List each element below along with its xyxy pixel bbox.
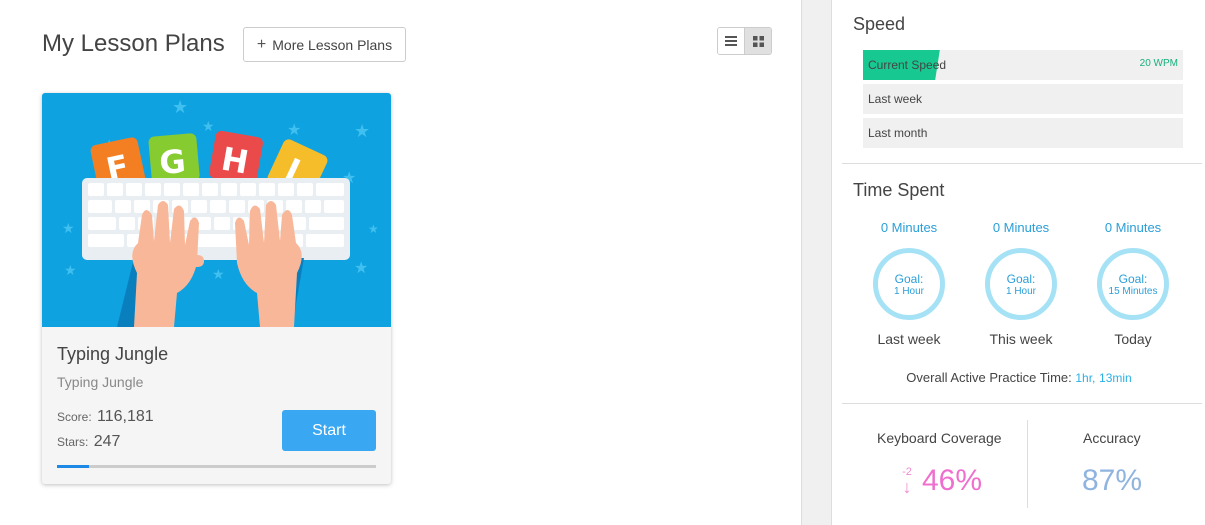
keyboard-coverage-change: -2 ↓ [898, 462, 916, 497]
page-title: My Lesson Plans [42, 30, 225, 57]
score-label: Score: [57, 410, 92, 424]
speed-bar-value: 20 WPM [1139, 58, 1178, 69]
speed-bar-label: Last week [868, 92, 923, 106]
more-lesson-plans-button[interactable]: + More Lesson Plans [243, 27, 406, 62]
goal-value: 15 Minutes [1108, 285, 1158, 297]
time-this-week: 0 Minutes Goal: 1 Hour This week [976, 220, 1066, 347]
svg-text:★: ★ [64, 263, 77, 279]
typing-jungle-illustration: ★ ★ ★ ★ ★ ★ ★ ★ ★ ★ ★ F [62, 97, 379, 327]
section-divider [842, 163, 1202, 164]
lesson-plans-panel: My Lesson Plans + More Lesson Plans ★ ★ … [0, 0, 802, 525]
lesson-progress-fill [57, 465, 89, 468]
svg-text:★: ★ [354, 258, 368, 277]
speed-bar-label: Last month [868, 126, 928, 140]
goal-label: Goal: [894, 271, 924, 286]
view-toggle [717, 27, 772, 55]
goal-value: 1 Hour [1005, 285, 1036, 297]
svg-text:★: ★ [287, 120, 301, 139]
lesson-progress-bar [57, 465, 376, 468]
time-today: 0 Minutes Goal: 15 Minutes Today [1088, 220, 1178, 347]
speed-bar-last-week: Last week [863, 84, 1183, 114]
stats-separator [1027, 420, 1028, 508]
score-value: 116,181 [97, 408, 154, 425]
keyboard-coverage-value: 46% [922, 464, 983, 497]
list-view-button[interactable] [718, 28, 745, 54]
lesson-subtitle: Typing Jungle [57, 374, 144, 390]
lesson-title: Typing Jungle [57, 344, 169, 364]
letter-block-g: G [158, 142, 187, 182]
time-last-week: 0 Minutes Goal: 1 Hour Last week [864, 220, 954, 347]
grid-icon [752, 35, 764, 47]
stats-panel: Speed Current Speed 20 WPM Last week Las… [831, 0, 1205, 525]
speed-bar-current: Current Speed 20 WPM [863, 50, 1183, 80]
time-period-label: Today [1114, 331, 1152, 347]
section-divider [842, 403, 1202, 404]
overall-practice-hours: 1hr, [1075, 371, 1096, 385]
goal-ring: Goal: 1 Hour [985, 248, 1057, 320]
stars-value: 247 [93, 433, 121, 450]
speed-title: Speed [853, 14, 906, 34]
time-minutes: 0 Minutes [992, 220, 1050, 235]
svg-text:★: ★ [202, 119, 215, 135]
time-minutes: 0 Minutes [1104, 220, 1162, 235]
overall-practice-time: Overall Active Practice Time: 1hr, 13min [832, 370, 1205, 385]
grid-view-button[interactable] [744, 28, 771, 54]
svg-text:★: ★ [172, 97, 188, 118]
score-row: Score: 116,181 [57, 408, 154, 426]
arrow-down-icon: ↓ [902, 477, 912, 497]
plus-icon: + [256, 35, 267, 53]
svg-text:★: ★ [62, 221, 75, 237]
lesson-card-image: ★ ★ ★ ★ ★ ★ ★ ★ ★ ★ ★ F [42, 93, 391, 327]
accuracy-value: 87% [1082, 464, 1143, 497]
overall-practice-minutes: 13min [1099, 371, 1132, 385]
lesson-card[interactable]: ★ ★ ★ ★ ★ ★ ★ ★ ★ ★ ★ F [42, 93, 391, 484]
more-lesson-plans-label: More Lesson Plans [272, 36, 393, 53]
time-period-label: Last week [877, 331, 941, 347]
speed-bar-last-month: Last month [863, 118, 1183, 148]
goal-label: Goal: [1006, 271, 1036, 286]
accuracy-label: Accuracy [1083, 430, 1141, 446]
svg-text:★: ★ [354, 121, 370, 142]
goal-ring: Goal: 1 Hour [873, 248, 945, 320]
svg-text:★: ★ [368, 222, 379, 236]
time-period-label: This week [989, 331, 1053, 347]
goal-label: Goal: [1118, 271, 1148, 286]
overall-practice-label: Overall Active Practice Time: [906, 370, 1072, 385]
stars-label: Stars: [57, 435, 89, 449]
time-spent-title: Time Spent [853, 180, 945, 200]
time-minutes: 0 Minutes [880, 220, 938, 235]
goal-ring: Goal: 15 Minutes [1097, 248, 1169, 320]
list-icon [725, 36, 738, 46]
speed-bar-label: Current Speed [868, 58, 947, 72]
svg-text:★: ★ [212, 267, 225, 283]
keyboard-coverage-label: Keyboard Coverage [877, 430, 1002, 446]
start-button[interactable]: Start [282, 410, 376, 451]
goal-value: 1 Hour [893, 285, 924, 297]
stars-row: Stars: 247 [57, 433, 120, 451]
